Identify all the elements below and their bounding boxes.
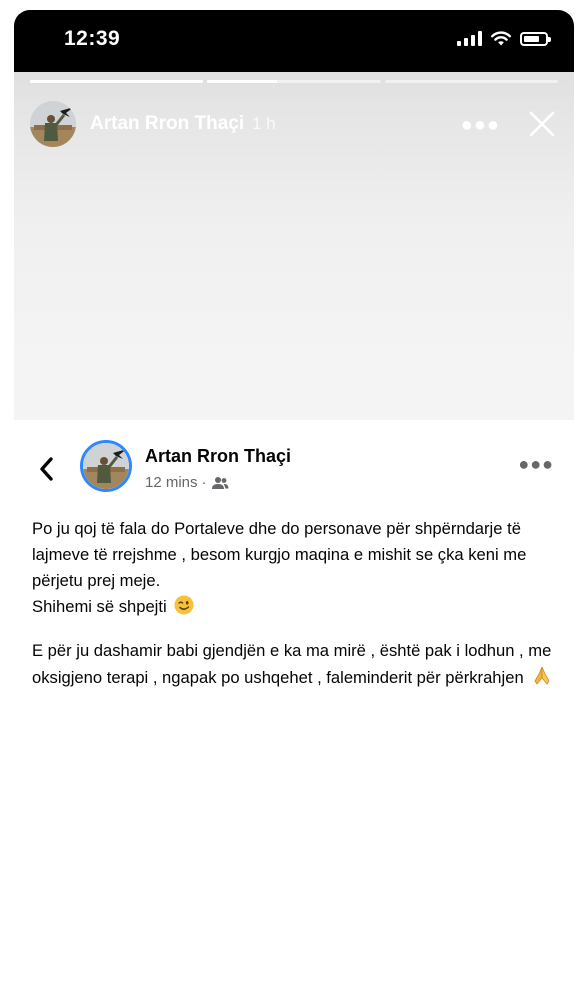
folded-hands-emoji-icon	[534, 666, 550, 685]
post-paragraph: Shihemi së shpejti	[32, 594, 556, 620]
meta-separator: ·	[201, 474, 207, 491]
post-header: Artan Rron Thaçi 12 mins · ●●●	[14, 440, 574, 500]
post-meta: 12 mins ·	[145, 474, 229, 491]
story-author-name[interactable]: Artan Rron Thaçi	[90, 113, 244, 135]
story-progress	[30, 80, 558, 83]
post-line: Shihemi së shpejti	[32, 597, 167, 616]
friends-icon	[211, 476, 229, 489]
status-bar: 12:39	[14, 10, 574, 72]
post-time[interactable]: 12 mins	[145, 474, 198, 491]
shared-post-card: Artan Rron Thaçi 12 mins · ●●● Po ju qoj…	[14, 420, 574, 1000]
story-progress-segment	[30, 80, 204, 83]
signal-icon	[457, 30, 482, 46]
post-paragraph: E për ju dashamir babi gjendjën e ka ma …	[32, 638, 556, 691]
status-time: 12:39	[64, 27, 121, 50]
wink-emoji-icon	[174, 595, 194, 615]
battery-icon	[520, 32, 551, 46]
post-author-avatar[interactable]	[80, 440, 132, 492]
post-body: Po ju qoj të fala do Portaleve dhe do pe…	[32, 516, 556, 691]
more-horizontal-icon[interactable]: ●●●	[461, 114, 500, 137]
story-progress-segment	[207, 80, 381, 83]
post-author-name[interactable]: Artan Rron Thaçi	[145, 446, 291, 467]
story-viewer: 12:39 Artan Rron Thaçi 1 h ●●● Artan Rro…	[14, 10, 574, 1000]
story-author-avatar[interactable]	[30, 101, 76, 147]
more-horizontal-icon[interactable]: ●●●	[518, 454, 554, 475]
chevron-left-icon[interactable]	[36, 454, 56, 484]
story-header: Artan Rron Thaçi 1 h ●●●	[30, 98, 560, 150]
close-icon[interactable]	[526, 108, 558, 140]
story-progress-segment	[384, 80, 558, 83]
story-time: 1 h	[252, 114, 276, 133]
wifi-icon	[491, 31, 511, 46]
post-paragraph-text: E për ju dashamir babi gjendjën e ka ma …	[32, 641, 552, 687]
post-paragraph: Po ju qoj të fala do Portaleve dhe do pe…	[32, 519, 527, 590]
